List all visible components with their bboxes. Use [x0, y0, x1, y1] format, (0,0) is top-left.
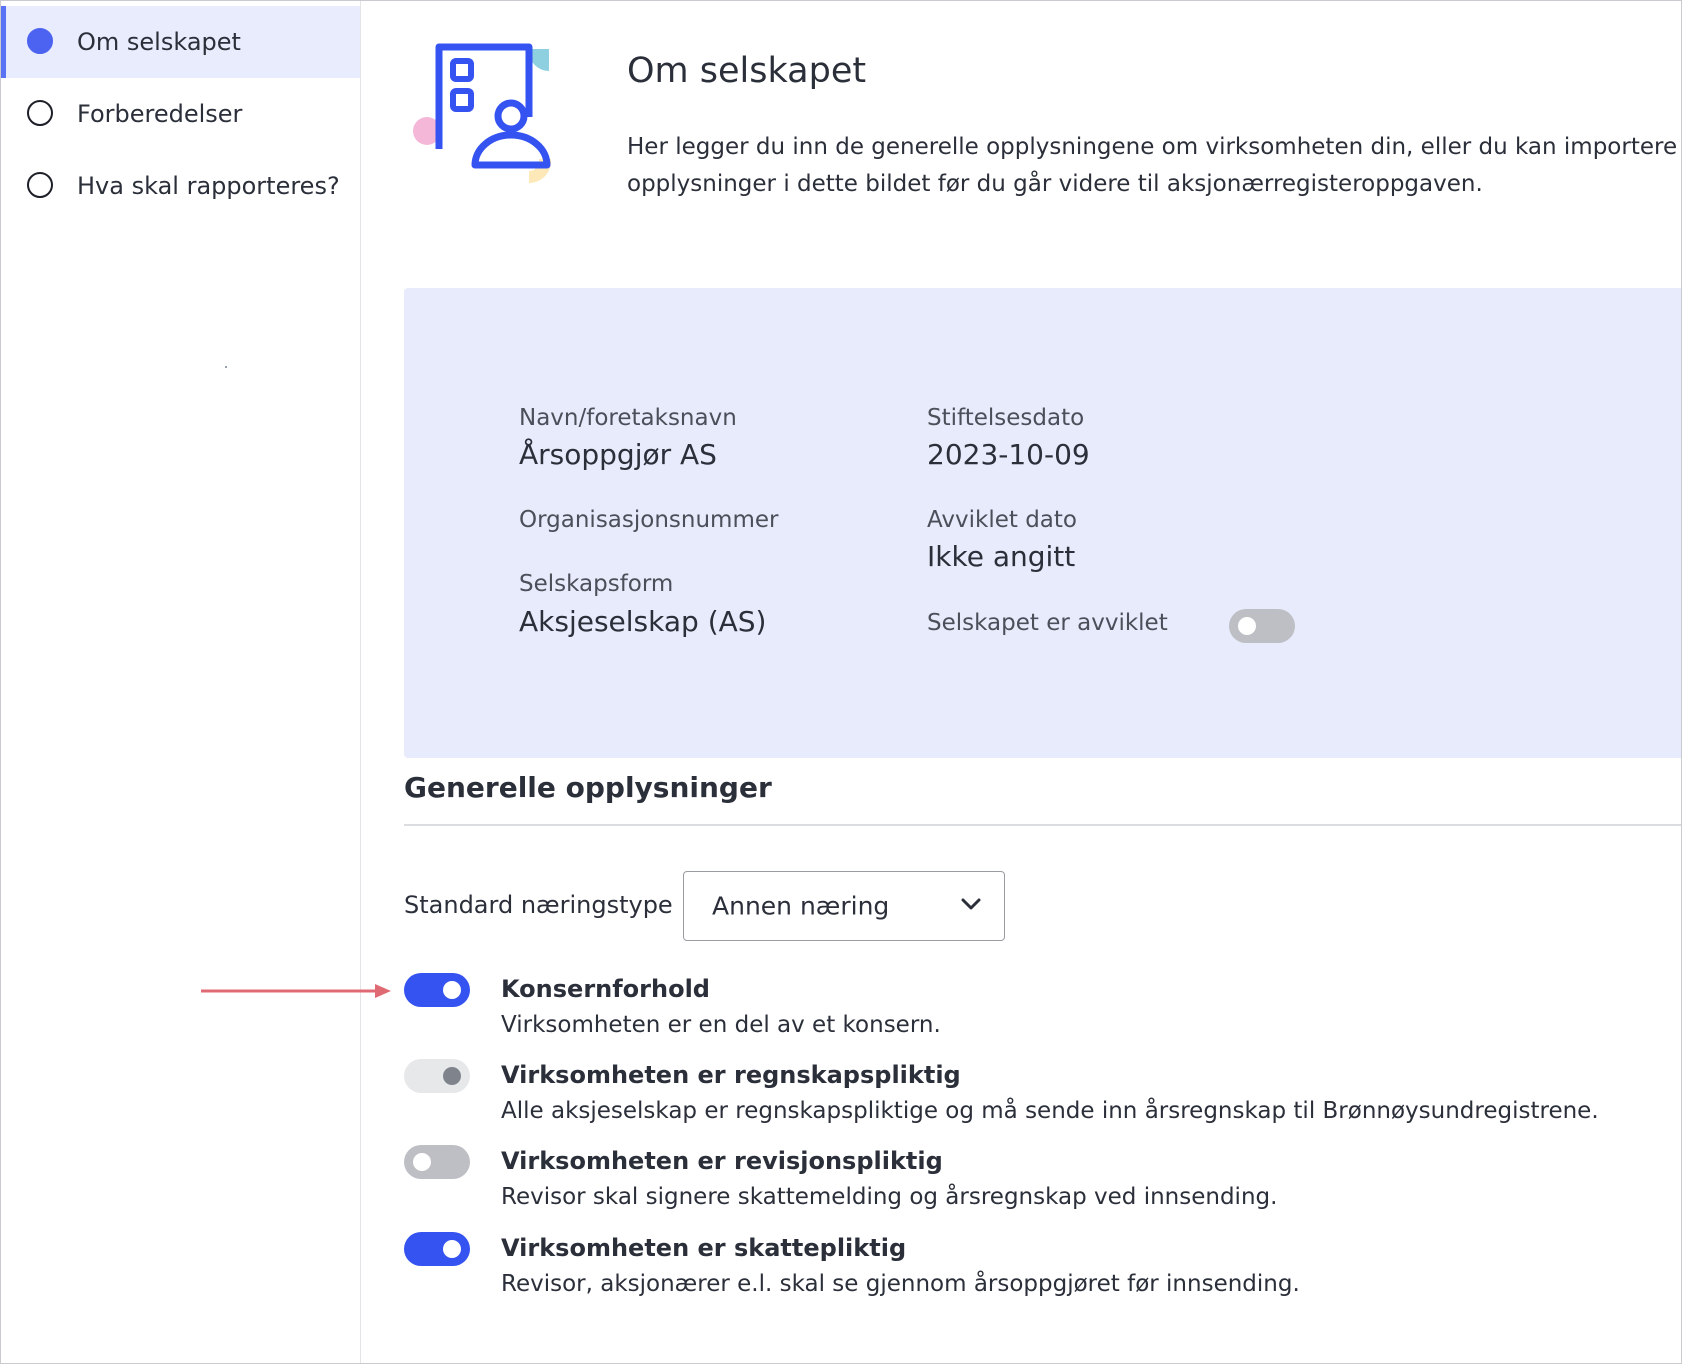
option-description: Virksomheten er en del av et konsern.: [501, 1012, 941, 1038]
app-window: Om selskapet Forberedelser Hva skal rapp…: [0, 0, 1682, 1364]
chevron-down-icon: [961, 898, 981, 910]
option-title: Konsernforhold: [501, 975, 710, 1003]
section-heading: Generelle opplysninger: [404, 771, 772, 804]
page-title: Om selskapet: [627, 51, 867, 91]
option-description: Revisor skal signere skattemelding og år…: [501, 1184, 1278, 1210]
option-title: Virksomheten er revisjonspliktig: [501, 1147, 943, 1175]
company-info-panel: Navn/foretaksnavn Årsoppgjør AS Organisa…: [404, 288, 1681, 758]
form-value: Aksjeselskap (AS): [519, 605, 767, 638]
radio-filled-icon: [27, 28, 53, 54]
dissolved-date-value: Ikke angitt: [927, 540, 1076, 573]
dissolved-toggle[interactable]: [1229, 609, 1295, 643]
option-description: Revisor, aksjonærer e.l. skal se gjennom…: [501, 1271, 1300, 1297]
founded-label: Stiftelsesdato: [927, 405, 1085, 431]
industry-type-value: Annen næring: [712, 891, 890, 921]
toggle-knob: [443, 981, 461, 999]
annotation-arrow-icon: [201, 984, 391, 998]
industry-type-label: Standard næringstype: [404, 891, 673, 919]
intro-text: Her legger du inn de generelle opplysnin…: [627, 134, 1678, 197]
founded-value: 2023-10-09: [927, 438, 1090, 471]
name-label: Navn/foretaksnavn: [519, 405, 737, 431]
industry-type-select[interactable]: Annen næring: [683, 871, 1005, 941]
orgnr-label: Organisasjonsnummer: [519, 507, 779, 533]
revisjonspliktig-toggle[interactable]: [404, 1145, 470, 1179]
konsernforhold-toggle[interactable]: [404, 973, 470, 1007]
sidebar-item-om-selskapet[interactable]: Om selskapet: [1, 6, 360, 78]
option-description: Alle aksjeselskap er regnskapspliktige o…: [501, 1098, 1599, 1124]
radio-empty-icon: [27, 172, 53, 198]
sidebar-item-label: Forberedelser: [77, 100, 243, 128]
form-label: Selskapsform: [519, 571, 674, 597]
dissolved-toggle-label: Selskapet er avviklet: [927, 610, 1168, 636]
sidebar-item-label: Hva skal rapporteres?: [77, 172, 340, 200]
regnskapspliktig-toggle[interactable]: [404, 1059, 470, 1093]
divider: [404, 824, 1681, 826]
decorative-dot: [225, 366, 227, 368]
toggle-knob: [1238, 617, 1256, 635]
name-value: Årsoppgjør AS: [519, 438, 717, 471]
option-title: Virksomheten er regnskapspliktig: [501, 1061, 961, 1089]
sidebar-item-hva-skal-rapporteres[interactable]: Hva skal rapporteres?: [1, 150, 360, 222]
sidebar-item-label: Om selskapet: [77, 28, 241, 56]
dissolved-date-label: Avviklet dato: [927, 507, 1077, 533]
toggle-knob: [443, 1240, 461, 1258]
option-title: Virksomheten er skattepliktig: [501, 1234, 907, 1262]
sidebar-item-forberedelser[interactable]: Forberedelser: [1, 78, 360, 150]
sidebar: Om selskapet Forberedelser Hva skal rapp…: [1, 1, 361, 1363]
company-profile-icon: [413, 43, 552, 184]
radio-empty-icon: [27, 100, 53, 126]
skattepliktig-toggle[interactable]: [404, 1232, 470, 1266]
toggle-knob: [413, 1153, 431, 1171]
toggle-knob: [443, 1067, 461, 1085]
main-content: Om selskapet Her legger du inn de genere…: [361, 1, 1681, 1363]
